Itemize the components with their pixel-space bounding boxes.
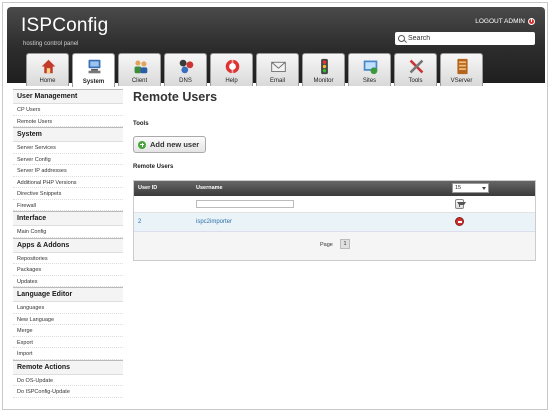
- sidebar-item-server-services[interactable]: Server Services: [13, 142, 123, 154]
- add-new-user-label: Add new user: [150, 140, 200, 149]
- tab-tools[interactable]: Tools: [394, 53, 437, 86]
- tab-sites[interactable]: Sites: [348, 53, 391, 86]
- logo: ISPConfig: [21, 15, 109, 36]
- sidebar-item-php-versions[interactable]: Additional PHP Versions: [13, 177, 123, 188]
- sidebar-section-title: Interface: [13, 211, 123, 226]
- plus-icon: [138, 140, 146, 149]
- sidebar-section-title: System: [13, 127, 123, 142]
- user-id-cell[interactable]: 2: [138, 219, 141, 225]
- chevron-down-icon: [482, 187, 486, 190]
- email-icon: [271, 61, 286, 73]
- search-box[interactable]: [395, 32, 535, 45]
- page-title: Remote Users: [133, 90, 218, 104]
- tab-label: Client: [131, 78, 148, 84]
- records-per-page-select[interactable]: 15: [452, 183, 489, 193]
- client-icon: [134, 60, 148, 74]
- tab-label: Sites: [362, 78, 377, 84]
- tab-label: Home: [39, 78, 56, 84]
- sidebar-item-new-language[interactable]: New Language: [13, 314, 123, 325]
- vserver-icon: [457, 58, 468, 75]
- table-header: User ID Username 15: [134, 181, 535, 196]
- tab-label: VServer: [450, 78, 473, 84]
- tab-help[interactable]: Help: [210, 53, 253, 86]
- sidebar-item-merge[interactable]: Merge: [13, 325, 123, 337]
- sidebar-section-title: User Management: [13, 89, 123, 104]
- filter-icon[interactable]: [455, 199, 466, 209]
- tab-label: DNS: [179, 78, 192, 84]
- sidebar-item-main-config[interactable]: Main Config: [13, 226, 123, 238]
- list-heading: Remote Users: [133, 164, 174, 170]
- search-icon: [398, 35, 405, 42]
- tab-dns[interactable]: DNS: [164, 53, 207, 86]
- pager-label: Page: [320, 242, 333, 248]
- sidebar-section-title: Language Editor: [13, 287, 123, 302]
- app-window: ISPConfig hosting control panel LOGOUT A…: [2, 2, 548, 410]
- tools-icon: [409, 59, 424, 74]
- username-filter-input[interactable]: [196, 200, 294, 208]
- username-cell[interactable]: ispc2importer: [196, 219, 232, 225]
- tab-client[interactable]: Client: [118, 53, 161, 86]
- sidebar-item-cp-users[interactable]: CP Users: [13, 104, 123, 116]
- search-input[interactable]: [408, 35, 528, 42]
- sidebar-item-directive-snippets[interactable]: Directive Snippets: [13, 188, 123, 200]
- sidebar-item-repositories[interactable]: Repositories: [13, 253, 123, 264]
- help-icon: [225, 58, 240, 75]
- records-per-page-value: 15: [455, 185, 462, 191]
- sidebar-item-ispconfig-update[interactable]: Do ISPConfig-Update: [13, 386, 123, 398]
- tab-label: Help: [225, 78, 238, 84]
- tab-email[interactable]: Email: [256, 53, 299, 86]
- system-icon: [88, 59, 101, 74]
- tagline: hosting control panel: [23, 41, 79, 47]
- tab-system[interactable]: System: [72, 53, 115, 87]
- main-content: Remote Users Tools Add new user Remote U…: [133, 89, 536, 261]
- tab-label: System: [82, 79, 105, 85]
- sites-icon: [363, 60, 378, 75]
- table-row[interactable]: 2 ispc2importer: [134, 213, 535, 232]
- monitor-icon: [321, 58, 328, 75]
- column-header-username[interactable]: Username: [196, 185, 223, 191]
- logout-link[interactable]: LOGOUT ADMIN: [475, 18, 535, 25]
- sidebar-item-firewall[interactable]: Firewall: [13, 200, 123, 211]
- sidebar-item-languages[interactable]: Languages: [13, 302, 123, 314]
- tab-label: Monitor: [313, 78, 334, 84]
- sidebar-item-import[interactable]: Import: [13, 348, 123, 360]
- tab-label: Email: [269, 78, 285, 84]
- sidebar-item-remote-users[interactable]: Remote Users: [13, 116, 123, 127]
- logout-label: LOGOUT ADMIN: [475, 18, 525, 25]
- delete-icon[interactable]: [455, 217, 464, 226]
- filter-row: [134, 196, 535, 213]
- tab-monitor[interactable]: Monitor: [302, 53, 345, 86]
- tab-home[interactable]: Home: [26, 53, 69, 86]
- module-tabs: Home System Client DNS Help Email Monito…: [26, 53, 483, 87]
- sidebar-section-title: Apps & Addons: [13, 237, 123, 253]
- sidebar-item-server-ip[interactable]: Server IP addresses: [13, 165, 123, 177]
- add-new-user-button[interactable]: Add new user: [133, 136, 207, 153]
- sidebar-item-updates[interactable]: Updates: [13, 276, 123, 287]
- sidebar-item-server-config[interactable]: Server Config: [13, 154, 123, 165]
- tab-vserver[interactable]: VServer: [440, 53, 483, 86]
- pagination: Page 1: [134, 232, 535, 260]
- header: ISPConfig hosting control panel LOGOUT A…: [7, 7, 545, 87]
- users-table: User ID Username 15 2 ispc2importer Page…: [133, 180, 536, 261]
- sidebar-item-os-update[interactable]: Do OS-Update: [13, 375, 123, 386]
- sidebar-item-packages[interactable]: Packages: [13, 264, 123, 276]
- column-header-user-id[interactable]: User ID: [138, 185, 157, 191]
- sidebar: User Management CP Users Remote Users Sy…: [13, 89, 123, 398]
- dns-icon: [179, 59, 194, 74]
- tab-label: Tools: [408, 78, 423, 84]
- sidebar-item-export[interactable]: Export: [13, 337, 123, 348]
- power-icon: [528, 18, 535, 25]
- home-icon: [41, 59, 56, 74]
- sidebar-section-title: Remote Actions: [13, 359, 123, 375]
- tools-heading: Tools: [133, 121, 149, 127]
- page-number-button[interactable]: 1: [340, 239, 350, 249]
